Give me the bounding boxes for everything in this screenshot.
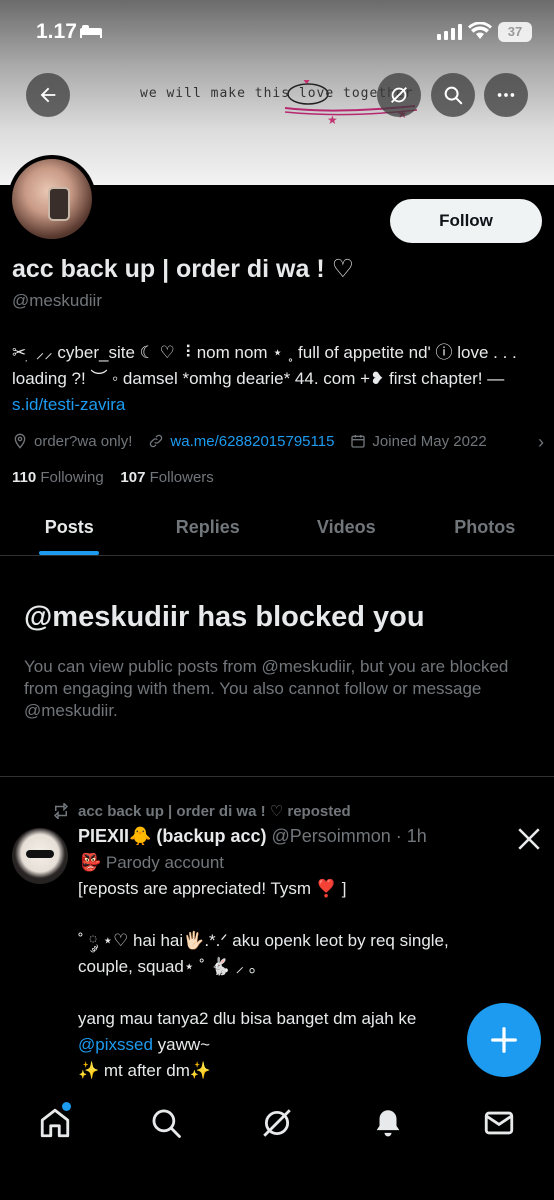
nav-search[interactable] [149,1106,183,1140]
profile-avatar[interactable] [8,155,96,243]
home-unread-dot [62,1102,71,1111]
grok-icon [263,1109,291,1137]
nav-grok[interactable] [260,1106,294,1140]
more-button[interactable] [484,73,528,117]
sleep-focus-icon [80,25,102,38]
search-icon [152,1109,181,1138]
search-icon [444,86,463,105]
following-count: 110 [12,469,37,486]
repost-icon [53,803,69,819]
cellular-signal-icon [437,24,462,40]
nav-notifications[interactable] [371,1106,405,1140]
post-author-handle[interactable]: @Persoimmon · 1h [272,826,427,846]
post-mention[interactable]: @pixssed [78,1035,153,1054]
following-label: Following [40,469,104,486]
tab-replies[interactable]: Replies [139,500,278,555]
post-body[interactable]: [reposts are appreciated! Tysm ❣️ ] ˚ ༘ … [78,876,478,1084]
link-icon [150,434,163,448]
bell-icon [376,1110,400,1137]
grok-button[interactable] [377,73,421,117]
grok-icon [391,87,407,103]
followers-label: Followers [149,469,214,486]
blocked-message: You can view public posts from @meskudii… [24,657,509,720]
nav-home[interactable] [38,1106,72,1140]
location-text: order?wa only! [34,432,133,450]
following-link[interactable]: 110 Following [12,469,104,486]
compose-button[interactable] [467,1003,541,1077]
plus-icon [491,1027,517,1053]
meta-expand-chevron-icon[interactable]: › [538,432,544,453]
svg-text:★: ★ [327,113,338,127]
post-author-avatar[interactable] [12,828,68,884]
back-arrow-icon [40,87,56,103]
follow-button[interactable]: Follow [390,199,542,243]
joined-text: Joined May 2022 [372,432,487,450]
joined-item: Joined May 2022 [350,432,487,450]
search-button[interactable] [431,73,475,117]
post-header: PIEXII🐥 (backup acc) @Persoimmon · 1h [78,826,427,847]
repost-label: acc back up | order di wa ! ♡ reposted [78,803,351,820]
avatar-glasses-detail [26,850,54,858]
back-button[interactable] [26,73,70,117]
tab-videos[interactable]: Videos [277,500,416,555]
blocked-title: @meskudiir has blocked you [24,601,425,633]
section-divider [0,776,554,777]
location-icon [14,433,26,449]
post-author-name[interactable]: PIEXII🐥 (backup acc) [78,826,266,846]
followers-count: 107 [120,469,146,486]
post-text-part1: [reposts are appreciated! Tysm ❣️ ] ˚ ༘ … [78,879,449,1028]
followers-link[interactable]: 107 Followers [120,469,213,486]
profile-display-name: acc back up | order di wa ! ♡ [12,255,355,283]
profile-bio: ✂︎ ׅ ⸝⸝ cyber_site ☾ ♡ ⠸ nom nom ⋆ ˳ ful… [12,340,544,418]
follow-counts: 110 Following 107 Followers [12,469,214,486]
home-icon [40,1108,70,1138]
status-time: 1.17 [36,20,77,43]
profile-handle: @meskudiir [12,291,102,310]
battery-indicator: 37 [498,22,532,42]
location-item: order?wa only! [12,433,132,450]
status-bar: 1.17 37 [0,0,554,64]
profile-tabs: Posts Replies Videos Photos [0,500,554,556]
x-logo-icon [518,828,540,850]
tab-photos[interactable]: Photos [416,500,554,555]
more-icon [497,93,515,97]
banner-text: we will make this love together [140,86,414,101]
website-item[interactable]: wa.me/62882015795115 [148,433,334,450]
bio-text: ✂︎ ׅ ⸝⸝ cyber_site ☾ ♡ ⠸ nom nom ⋆ ˳ ful… [12,343,517,388]
profile-meta: order?wa only! wa.me/62882015795115 Join… [12,430,552,452]
avatar-phone-detail [48,187,70,221]
repost-indicator[interactable]: acc back up | order di wa ! ♡ reposted [52,802,351,820]
bottom-navigation [0,1088,554,1200]
website-link[interactable]: wa.me/62882015795115 [170,433,334,450]
nav-messages[interactable] [482,1106,516,1140]
parody-label: 👺 Parody account [80,853,225,872]
calendar-icon [351,435,366,448]
tab-posts[interactable]: Posts [0,500,139,555]
wifi-icon [468,22,492,39]
bio-link[interactable]: s.id/testi-zavira [12,395,125,414]
mail-icon [484,1111,514,1135]
